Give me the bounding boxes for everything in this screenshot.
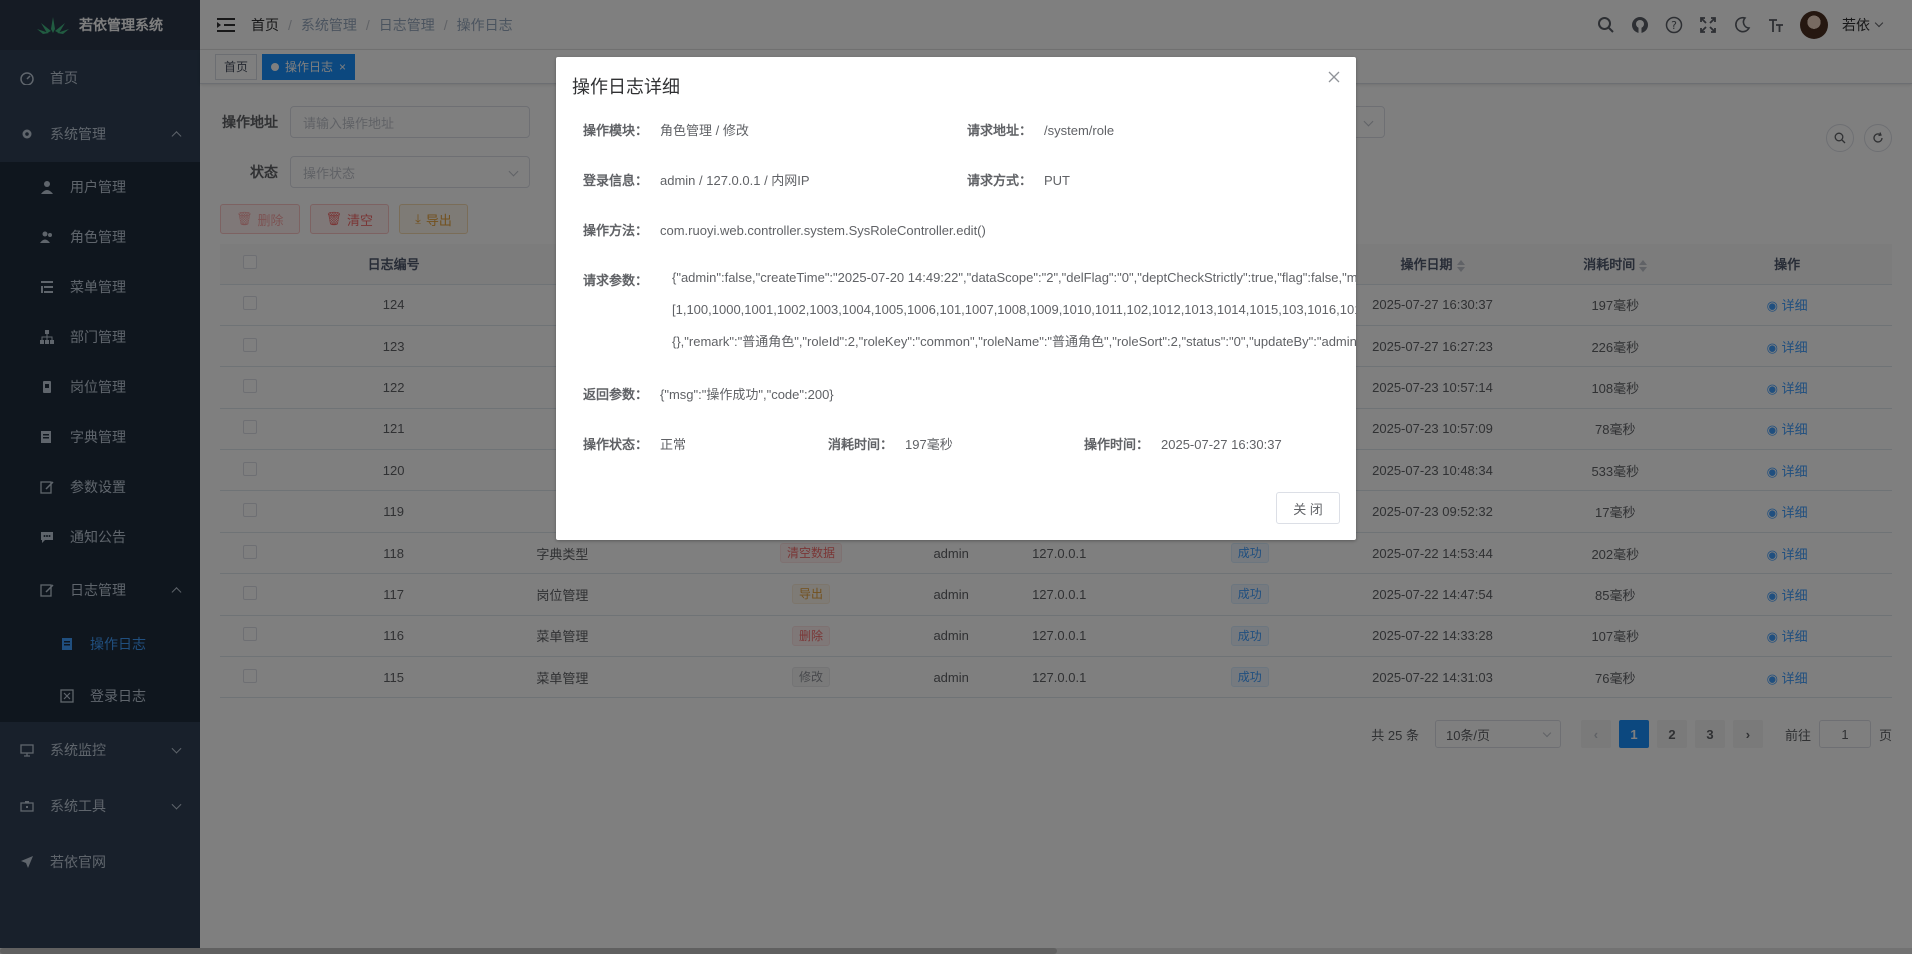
close-button[interactable]: 关 闭: [1276, 492, 1340, 524]
field-status: 操作状态： 正常: [582, 437, 687, 452]
field-op-method: 操作方法： com.ruoyi.web.controller.system.Sys…: [582, 223, 986, 238]
field-method: 请求方式： PUT: [966, 173, 1070, 188]
field-params-label: 请求参数：: [582, 273, 648, 288]
field-login: 登录信息： admin / 127.0.0.1 / 内网IP: [582, 173, 810, 188]
field-result: 返回参数： {"msg":"操作成功","code":200}: [582, 387, 834, 402]
field-time: 操作时间： 2025-07-27 16:30:37: [1083, 437, 1282, 452]
dialog-body: 操作模块： 角色管理 / 修改 请求地址：/system/role 登录信息： ad…: [556, 57, 1356, 540]
field-module: 操作模块： 角色管理 / 修改: [582, 123, 749, 138]
operlog-detail-dialog: 操作日志详细 操作模块： 角色管理 / 修改 请求地址：/system/role …: [556, 57, 1356, 540]
field-cost: 消耗时间： 197毫秒: [827, 437, 953, 452]
field-url: 请求地址：/system/role: [966, 123, 1115, 138]
params-value: {"admin":false,"createTime":"2025-07-20 …: [672, 270, 1356, 349]
